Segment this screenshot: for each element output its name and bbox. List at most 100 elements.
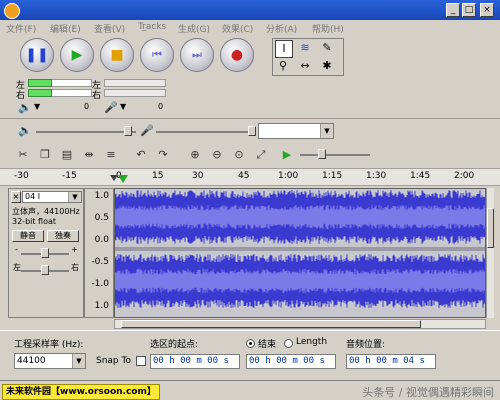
gain-slider-thumb[interactable]	[41, 248, 49, 258]
record-meter-dropdown-icon[interactable]: ▼	[120, 102, 126, 111]
project-rate-label: 工程采样率 (Hz):	[14, 340, 84, 350]
input-volume-slider[interactable]	[156, 131, 252, 133]
menu-generate[interactable]: 生成(G)	[178, 22, 210, 35]
edit-toolbar: ✂ ❐ ▤ ⇹ ≡ ↶ ↷ ⊕ ⊖ ⊙ ⤢ ▶	[0, 142, 500, 168]
horizontal-scrollbar[interactable]	[114, 319, 486, 329]
speaker-icon[interactable]: 🔈	[18, 101, 32, 114]
vertical-scroll-thumb[interactable]	[487, 208, 494, 248]
timeline-label: 15	[152, 171, 164, 181]
track-close-button[interactable]: ×	[11, 191, 21, 203]
multi-tool-icon[interactable]: ✱	[319, 58, 335, 74]
undo-icon[interactable]: ↶	[132, 146, 150, 164]
meter-scale-mark: 0	[158, 102, 164, 111]
selection-tool-icon[interactable]: I	[275, 40, 293, 58]
zoom-in-icon[interactable]: ⊕	[186, 146, 204, 164]
track-control-panel: × 04 I ▼ 立体声，44100Hz 32-bit float 静音 独奏 …	[8, 188, 84, 318]
timeline-label: -15	[62, 171, 77, 181]
end-radio[interactable]	[246, 339, 255, 348]
redo-icon[interactable]: ↷	[154, 146, 172, 164]
zoom-out-icon[interactable]: ⊖	[208, 146, 226, 164]
envelope-tool-icon[interactable]: ≋	[297, 40, 313, 56]
maximize-button[interactable]: □	[462, 3, 476, 17]
divider	[0, 118, 500, 119]
output-volume-thumb[interactable]	[124, 126, 132, 136]
stop-button[interactable]: ■	[100, 38, 134, 72]
play-meter-dropdown-icon[interactable]: ▼	[34, 102, 40, 111]
playhead-marker[interactable]	[118, 175, 128, 183]
menu-tracks[interactable]: Tr̲acks	[138, 22, 166, 32]
silence-icon[interactable]: ≡	[102, 146, 120, 164]
pan-slider-thumb[interactable]	[41, 265, 49, 275]
trim-icon[interactable]: ⇹	[80, 146, 98, 164]
skip-start-icon: ⏮	[152, 48, 162, 61]
selection-start-marker[interactable]	[110, 175, 118, 181]
menu-view[interactable]: 查看(V)	[94, 22, 125, 35]
timeline-label: 30	[192, 171, 204, 181]
app-icon	[4, 3, 20, 19]
timeline-ruler[interactable]: -30 -15 0 15 30 45 1:00 1:15 1:30 1:45 2…	[0, 168, 500, 186]
pause-button[interactable]: ❚❚	[20, 38, 54, 72]
record-meter-right	[104, 89, 166, 97]
menu-effect[interactable]: 效果(C)	[222, 22, 253, 35]
record-button[interactable]: ●	[220, 38, 254, 72]
selection-start-field[interactable]: 00 h 00 m 00 s	[150, 354, 240, 369]
play-button[interactable]: ▶	[60, 38, 94, 72]
window-title-bar[interactable]: _ □ ×	[0, 0, 500, 20]
waveform-display[interactable]	[114, 188, 486, 318]
zoom-tool-icon[interactable]: ⚲	[275, 58, 291, 74]
amplitude-label: 0.5	[94, 213, 109, 223]
gain-max-label: +	[71, 245, 78, 254]
amplitude-label: 0.0	[94, 235, 109, 245]
menu-edit[interactable]: 编辑(E)	[50, 22, 81, 35]
close-button[interactable]: ×	[480, 3, 494, 17]
length-radio[interactable]	[284, 339, 293, 348]
horizontal-scroll-thumb[interactable]	[121, 320, 421, 328]
track-rate-info: 立体声，44100Hz	[12, 207, 80, 216]
snap-to-label: Snap To	[96, 356, 131, 366]
fit-selection-icon[interactable]: ⊙	[230, 146, 248, 164]
timeline-label: -30	[14, 171, 29, 181]
selection-end-field[interactable]: 00 h 00 m 00 s	[246, 354, 336, 369]
status-bar: 未来软件园【www.orsoon.com】 头条号 / 视觉偶遇精彩瞬间	[0, 380, 500, 400]
timeline-label: 2:00	[454, 171, 475, 181]
project-rate-value: 44100	[17, 356, 46, 366]
solo-button[interactable]: 独奏	[47, 230, 79, 242]
menu-analyze[interactable]: 分析(A)	[266, 22, 297, 35]
vertical-scrollbar[interactable]	[486, 188, 494, 318]
output-volume-slider[interactable]	[36, 131, 136, 133]
menu-help[interactable]: 帮助(H)	[312, 22, 344, 35]
microphone-icon[interactable]: 🎤	[104, 101, 118, 114]
audio-position-field[interactable]: 00 h 00 m 04 s	[346, 354, 436, 369]
time-shift-tool-icon[interactable]: ↔	[297, 58, 313, 74]
skip-to-start-button[interactable]: ⏮	[140, 38, 174, 72]
pan-right-label: 右	[71, 263, 79, 272]
play-meter-left-fill	[28, 79, 52, 87]
skip-to-end-button[interactable]: ⏭	[180, 38, 214, 72]
input-source-select[interactable]: ▼	[258, 123, 334, 139]
amplitude-label: -1.0	[91, 279, 109, 289]
end-radio-label: 结束	[258, 340, 277, 350]
input-volume-thumb[interactable]	[248, 126, 256, 136]
timeline-label: 1:15	[322, 171, 343, 181]
input-volume-icon: 🎤	[140, 124, 154, 137]
play-at-speed-icon[interactable]: ▶	[278, 146, 296, 164]
playback-speed-thumb[interactable]	[318, 149, 326, 159]
output-volume-icon: 🔈	[18, 124, 32, 137]
snap-to-checkbox[interactable]	[136, 356, 146, 366]
draw-tool-icon[interactable]: ✎	[319, 40, 335, 56]
chevron-down-icon: ▼	[72, 354, 85, 368]
chevron-down-icon: ▼	[320, 124, 333, 138]
mute-button[interactable]: 静音	[12, 230, 44, 242]
track-name-menu[interactable]: 04 I ▼	[22, 191, 82, 203]
menu-file[interactable]: 文件(F)	[6, 22, 36, 35]
project-rate-select[interactable]: 44100 ▼	[14, 353, 86, 369]
amplitude-label: -0.5	[91, 257, 109, 267]
cut-icon[interactable]: ✂	[14, 146, 32, 164]
paste-icon[interactable]: ▤	[58, 146, 76, 164]
playback-speed-slider[interactable]	[300, 154, 370, 156]
copy-icon[interactable]: ❐	[36, 146, 54, 164]
meter-rec-right-label: 右	[92, 91, 102, 101]
minimize-button[interactable]: _	[446, 3, 460, 17]
selection-toolbar: 工程采样率 (Hz): 44100 ▼ Snap To 选区的起点: 00 h …	[0, 330, 500, 380]
fit-project-icon[interactable]: ⤢	[252, 146, 270, 164]
